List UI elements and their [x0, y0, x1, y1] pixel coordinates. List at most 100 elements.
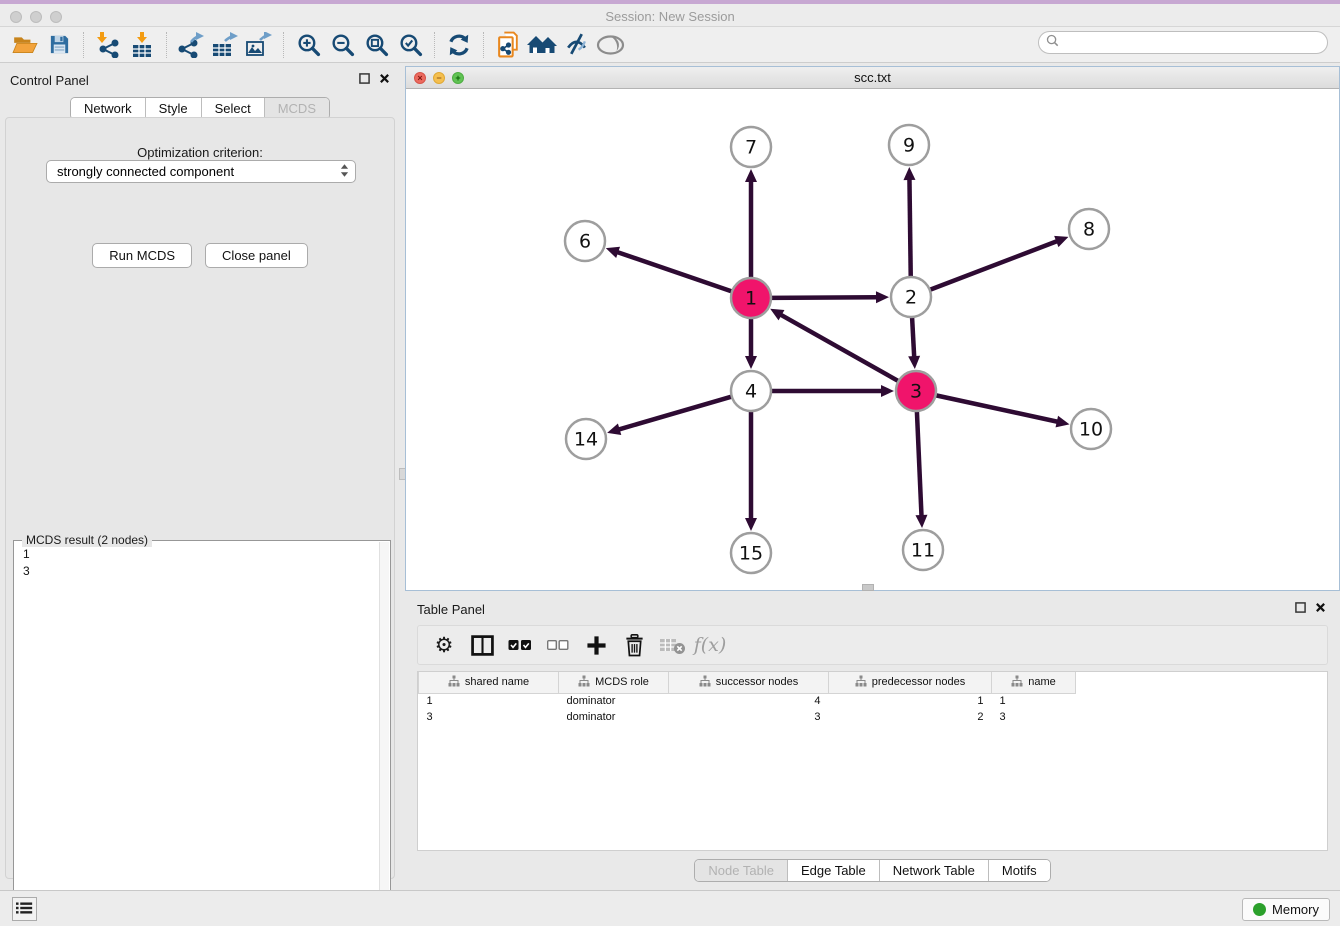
edge-3-1[interactable] [780, 314, 899, 381]
table-cell[interactable]: 3 [669, 709, 829, 725]
edge-2-8[interactable] [930, 241, 1058, 290]
network-resize-handle[interactable] [862, 584, 874, 591]
node-label: 2 [905, 287, 917, 309]
select-all-icon[interactable] [504, 629, 536, 661]
mcds-result-scrollbar[interactable] [379, 542, 389, 922]
search-input[interactable] [1063, 36, 1313, 50]
hide-panels-icon[interactable] [559, 30, 593, 60]
optimization-criterion-dropdown[interactable]: strongly connected component [46, 160, 356, 183]
split-panel-icon[interactable] [466, 629, 498, 661]
edge-1-2[interactable] [771, 297, 878, 298]
tab-mcds[interactable]: MCDS [265, 98, 329, 119]
export-image-button[interactable] [242, 30, 276, 60]
window-title: Session: New Session [0, 9, 1340, 24]
tab-network[interactable]: Network [71, 98, 146, 119]
tab-style[interactable]: Style [146, 98, 202, 119]
table-panel: Table Panel ⚙f(x) shared nameMCDS rolesu… [405, 595, 1340, 890]
zoom-out-icon[interactable] [325, 30, 359, 60]
edge-2-9[interactable] [909, 178, 910, 277]
table-toolbar: ⚙f(x) [417, 625, 1328, 665]
table-cell[interactable]: dominator [559, 693, 669, 709]
table-cell[interactable]: 2 [829, 709, 992, 725]
table-cell[interactable]: 3 [419, 709, 559, 725]
export-network-button[interactable] [174, 30, 208, 60]
edge-3-10[interactable] [936, 395, 1059, 422]
search-box[interactable] [1038, 31, 1328, 54]
float-panel-icon[interactable] [359, 73, 370, 84]
column-type-icon [578, 675, 590, 690]
toolbar-separator [283, 32, 284, 58]
table-cell[interactable]: 4 [669, 693, 829, 709]
eye-icon[interactable] [593, 30, 627, 60]
edge-2-3[interactable] [912, 317, 914, 358]
zoom-selected-icon[interactable] [393, 30, 427, 60]
edge-1-6[interactable] [616, 252, 732, 292]
column-header-name[interactable]: name [992, 672, 1076, 693]
table-cell[interactable]: 1 [419, 693, 559, 709]
column-header-MCDS-role[interactable]: MCDS role [559, 672, 669, 693]
node-label: 15 [739, 543, 763, 565]
network-canvas[interactable]: 7968124314101511 [406, 89, 1339, 590]
table-panel-header: Table Panel [405, 595, 1340, 625]
tab-node-table[interactable]: Node Table [695, 860, 788, 881]
table-row[interactable]: 3dominator323 [419, 709, 1076, 725]
mcds-result-text[interactable]: 1 3 [16, 546, 378, 921]
node-label: 9 [903, 135, 915, 157]
import-network-button[interactable] [91, 30, 125, 60]
network-view-window: × − + scc.txt 7968124314101511 [405, 66, 1340, 591]
column-type-icon [699, 675, 711, 690]
memory-status-dot [1253, 903, 1266, 916]
window-titlebar: Session: New Session [0, 0, 1340, 27]
table-cell[interactable]: dominator [559, 709, 669, 725]
save-button[interactable] [42, 30, 76, 60]
network-window-titlebar[interactable]: × − + scc.txt [406, 67, 1339, 89]
mcds-result-title: MCDS result (2 nodes) [22, 533, 152, 547]
open-folder-button[interactable] [8, 30, 42, 60]
task-history-button[interactable] [12, 897, 37, 921]
network-graph[interactable]: 7968124314101511 [406, 89, 1339, 590]
status-bar: Memory [0, 890, 1340, 926]
search-icon [1046, 34, 1059, 52]
toolbar-separator [434, 32, 435, 58]
gear-icon[interactable]: ⚙ [428, 629, 460, 661]
table-cell[interactable]: 3 [992, 709, 1076, 725]
column-type-icon [1011, 675, 1023, 690]
toolbar-separator [166, 32, 167, 58]
column-header-shared-name[interactable]: shared name [419, 672, 559, 693]
tab-edge-table[interactable]: Edge Table [788, 860, 880, 881]
node-table[interactable]: shared nameMCDS rolesuccessor nodesprede… [417, 671, 1328, 851]
close-panel-icon[interactable] [379, 73, 390, 84]
close-table-panel-icon[interactable] [1315, 602, 1326, 613]
tab-motifs[interactable]: Motifs [989, 860, 1050, 881]
unselect-all-icon[interactable] [542, 629, 574, 661]
toolbar-icon-strip [8, 30, 627, 60]
trash-icon[interactable] [618, 629, 650, 661]
memory-button[interactable]: Memory [1242, 898, 1330, 921]
table-cell[interactable]: 1 [992, 693, 1076, 709]
edge-3-11[interactable] [917, 411, 922, 517]
close-panel-button[interactable]: Close panel [205, 243, 308, 268]
tab-network-table[interactable]: Network Table [880, 860, 989, 881]
zoom-in-icon[interactable] [291, 30, 325, 60]
node-label: 8 [1083, 219, 1095, 241]
float-table-panel-icon[interactable] [1295, 602, 1306, 613]
list-icon [16, 901, 33, 918]
network-window-title: scc.txt [406, 70, 1339, 85]
export-table-button[interactable] [208, 30, 242, 60]
plus-icon[interactable] [580, 629, 612, 661]
import-table-button[interactable] [125, 30, 159, 60]
column-header-predecessor-nodes[interactable]: predecessor nodes [829, 672, 992, 693]
table-cell[interactable]: 1 [829, 693, 992, 709]
zoom-fit-icon[interactable] [359, 30, 393, 60]
run-mcds-button[interactable]: Run MCDS [92, 243, 192, 268]
column-type-icon [448, 675, 460, 690]
column-header-successor-nodes[interactable]: successor nodes [669, 672, 829, 693]
table-row[interactable]: 1dominator411 [419, 693, 1076, 709]
edge-4-14[interactable] [618, 397, 732, 430]
home-icon[interactable] [525, 30, 559, 60]
refresh-icon[interactable] [442, 30, 476, 60]
clone-network-button[interactable] [491, 30, 525, 60]
mcds-result-box: MCDS result (2 nodes) 1 3 [13, 540, 391, 924]
node-label: 3 [910, 381, 922, 403]
tab-select[interactable]: Select [202, 98, 265, 119]
